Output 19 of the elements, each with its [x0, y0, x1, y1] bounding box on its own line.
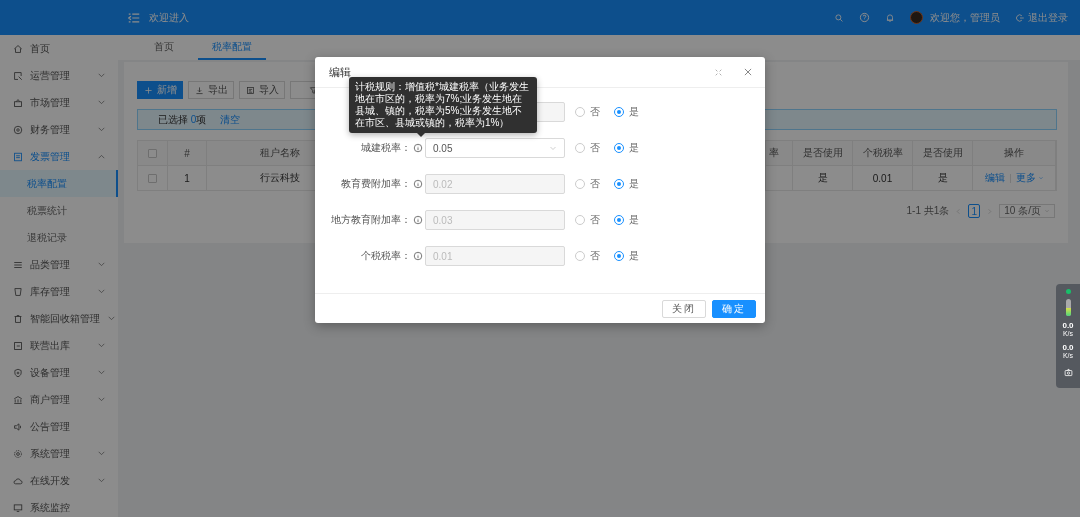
column-header: 是否使用 — [793, 141, 853, 166]
column-header: 操作 — [973, 141, 1056, 166]
welcome-text: 欢迎进入 — [149, 10, 190, 25]
column-header: # — [168, 141, 207, 166]
column-header: 是否使用 — [913, 141, 973, 166]
table-cell: 1 — [168, 166, 207, 191]
field-label: 个税税率： — [360, 249, 412, 263]
selection-count: 已选择 0项 — [158, 112, 207, 127]
column-header: 个税税率 — [853, 141, 913, 166]
modal-title: 编辑 — [329, 64, 352, 80]
field-label: 城建税率： — [360, 141, 412, 155]
table-cell: 是 — [913, 166, 973, 191]
field-label: 地方教育附加率： — [330, 213, 412, 227]
download-speed: 0.0 — [1062, 343, 1074, 352]
total-count: 1-1 共1条 — [906, 204, 950, 218]
table-cell: 是 — [793, 166, 853, 191]
column-header: 率 — [766, 141, 793, 166]
upload-speed: 0.0 — [1062, 321, 1074, 330]
table-cell: 0.01 — [853, 166, 913, 191]
